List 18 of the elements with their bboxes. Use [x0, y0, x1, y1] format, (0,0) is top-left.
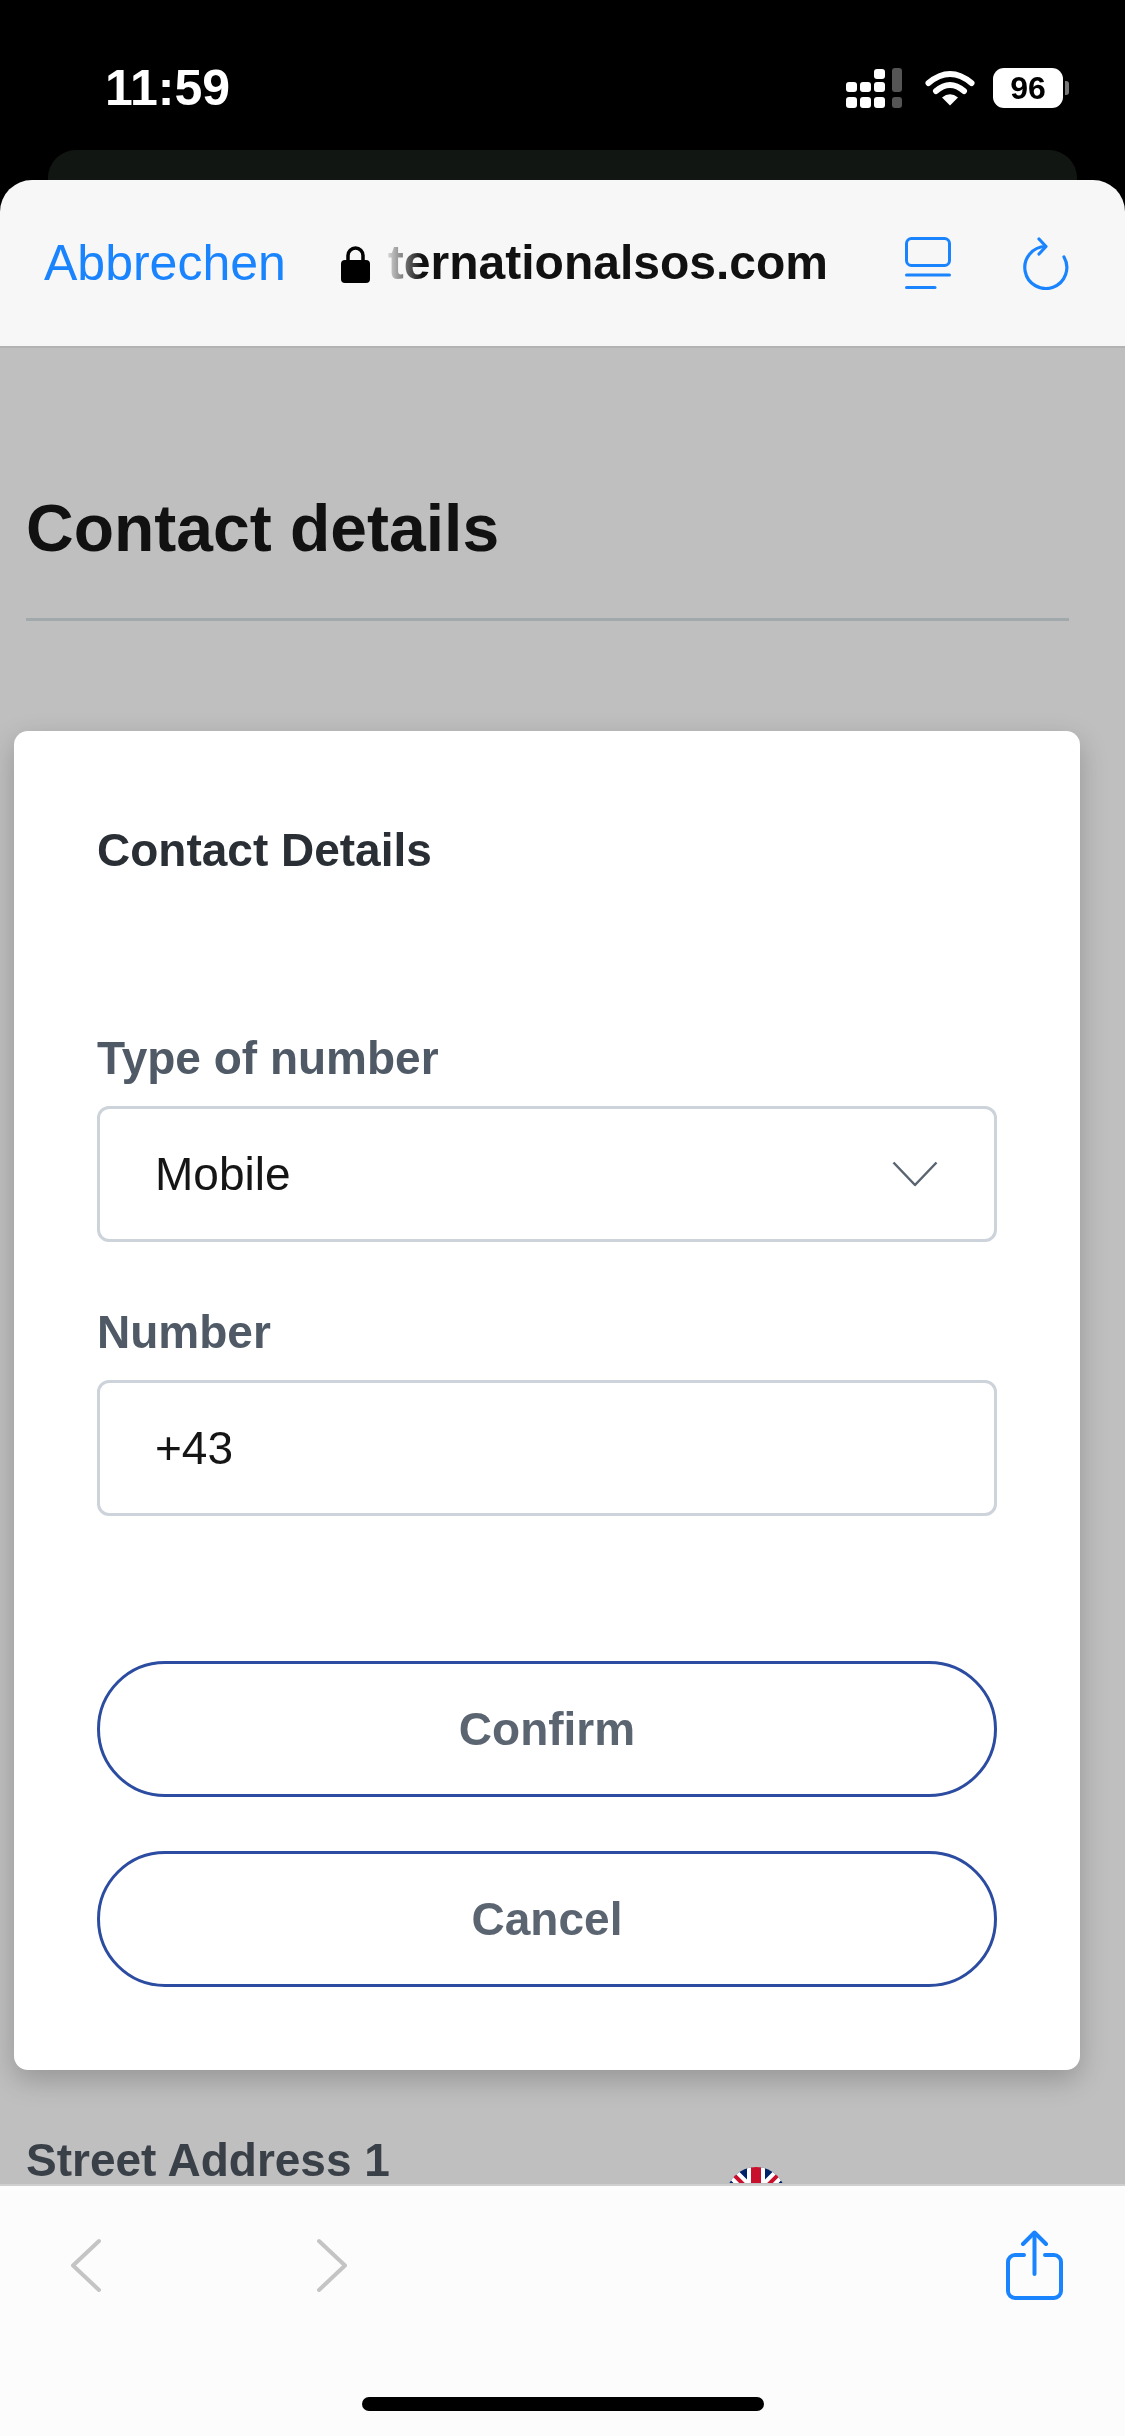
reader-icon[interactable] — [905, 236, 951, 290]
field-label: Type of number — [97, 1031, 439, 1085]
cancel-button[interactable]: Cancel — [97, 1851, 997, 1987]
page-title: Contact details — [26, 490, 500, 566]
dialog-title: Contact Details — [97, 823, 432, 877]
number-input[interactable]: +43 — [97, 1380, 997, 1516]
status-time: 11:59 — [105, 63, 231, 113]
chevron-down-icon — [892, 1161, 938, 1187]
confirm-button[interactable]: Confirm — [97, 1661, 997, 1797]
lock-icon — [340, 243, 370, 283]
field-label: Street Address 1 — [26, 2137, 390, 2183]
wifi-icon — [925, 70, 975, 106]
cellular-signal-icon — [846, 67, 905, 109]
field-label: Number — [97, 1305, 271, 1359]
battery-level: 96 — [993, 68, 1069, 108]
share-icon[interactable] — [1006, 2230, 1063, 2300]
number-type-select[interactable]: Mobile — [97, 1106, 997, 1242]
refresh-icon[interactable] — [1022, 236, 1069, 290]
